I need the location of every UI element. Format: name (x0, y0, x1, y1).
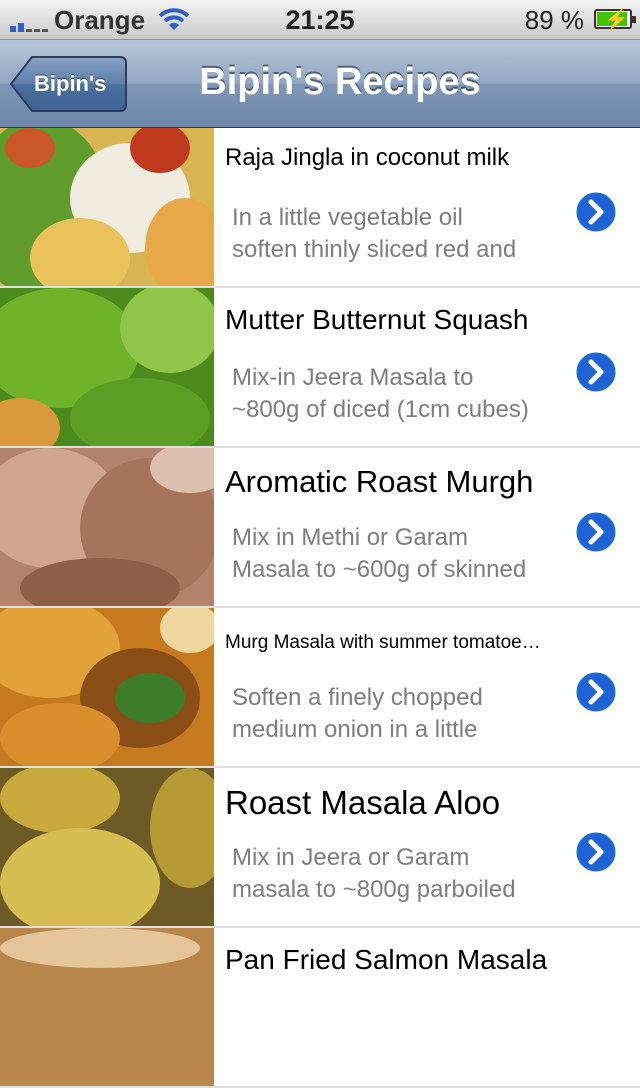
back-button[interactable]: Bipin's (10, 55, 128, 113)
list-item[interactable]: Roast Masala Aloo Mix in Jeera or Garam … (0, 768, 640, 928)
chevron-right-icon[interactable] (573, 189, 619, 235)
recipe-description: Mix in Methi or Garam Masala to ~600g of… (232, 522, 564, 586)
battery-icon: ⚡ (594, 9, 636, 31)
recipe-title: Murg Masala with summer tomatoe… (225, 632, 541, 653)
recipe-description-line: masala to ~800g parboiled (232, 876, 516, 903)
back-button-label: Bipin's (34, 71, 107, 96)
recipe-thumbnail (0, 768, 214, 926)
chevron-right-icon[interactable] (573, 509, 619, 555)
recipe-thumbnail (0, 128, 214, 286)
recipe-description: Soften a finely chopped medium onion in … (232, 682, 564, 746)
recipe-description-line: Soften a finely chopped (232, 684, 483, 711)
list-item[interactable]: Murg Masala with summer tomatoe… Soften … (0, 608, 640, 768)
recipe-description-line: Mix-in Jeera Masala to (232, 364, 474, 391)
list-item[interactable]: Pan Fried Salmon Masala (0, 928, 640, 1088)
recipe-description-line: medium onion in a little (232, 716, 478, 743)
recipe-thumbnail (0, 448, 214, 606)
recipe-description: Mix-in Jeera Masala to ~800g of diced (1… (232, 362, 564, 426)
recipe-description-line: ~800g of diced (1cm cubes) (232, 396, 529, 423)
recipe-thumbnail (0, 608, 214, 766)
chevron-right-icon[interactable] (573, 349, 619, 395)
page-title: Bipin's Recipes (199, 61, 481, 103)
chevron-right-icon[interactable] (573, 669, 619, 715)
recipe-title: Raja Jingla in coconut milk (225, 144, 510, 171)
list-item[interactable]: Raja Jingla in coconut milk In a little … (0, 128, 640, 288)
battery-percent: 89 % (524, 5, 584, 35)
recipe-title: Aromatic Roast Murgh (225, 464, 534, 499)
recipe-description-line: Mix in Jeera or Garam (232, 844, 470, 871)
navigation-bar: Bipin's Bipin's Recipes (0, 40, 640, 128)
status-bar: Orange 21:25 89 % ⚡ (0, 0, 640, 40)
recipe-description-line: soften thinly sliced red and (232, 236, 517, 263)
recipe-description-line: Mix in Methi or Garam (232, 524, 469, 551)
list-item[interactable]: Aromatic Roast Murgh Mix in Methi or Gar… (0, 448, 640, 608)
recipe-description: Mix in Jeera or Garam masala to ~800g pa… (232, 842, 564, 906)
recipe-title: Pan Fried Salmon Masala (225, 944, 548, 975)
recipe-description-line: In a little vegetable oil (232, 204, 463, 231)
recipe-title: Mutter Butternut Squash (225, 304, 529, 335)
recipe-thumbnail (0, 928, 214, 1086)
recipe-list: Raja Jingla in coconut milk In a little … (0, 128, 640, 1088)
recipe-title: Roast Masala Aloo (225, 784, 501, 821)
recipe-description: In a little vegetable oil soften thinly … (232, 202, 564, 266)
list-item[interactable]: Mutter Butternut Squash Mix-in Jeera Mas… (0, 288, 640, 448)
recipe-description-line: Masala to ~600g of skinned (232, 556, 527, 583)
recipe-thumbnail (0, 288, 214, 446)
chevron-right-icon[interactable] (573, 829, 619, 875)
